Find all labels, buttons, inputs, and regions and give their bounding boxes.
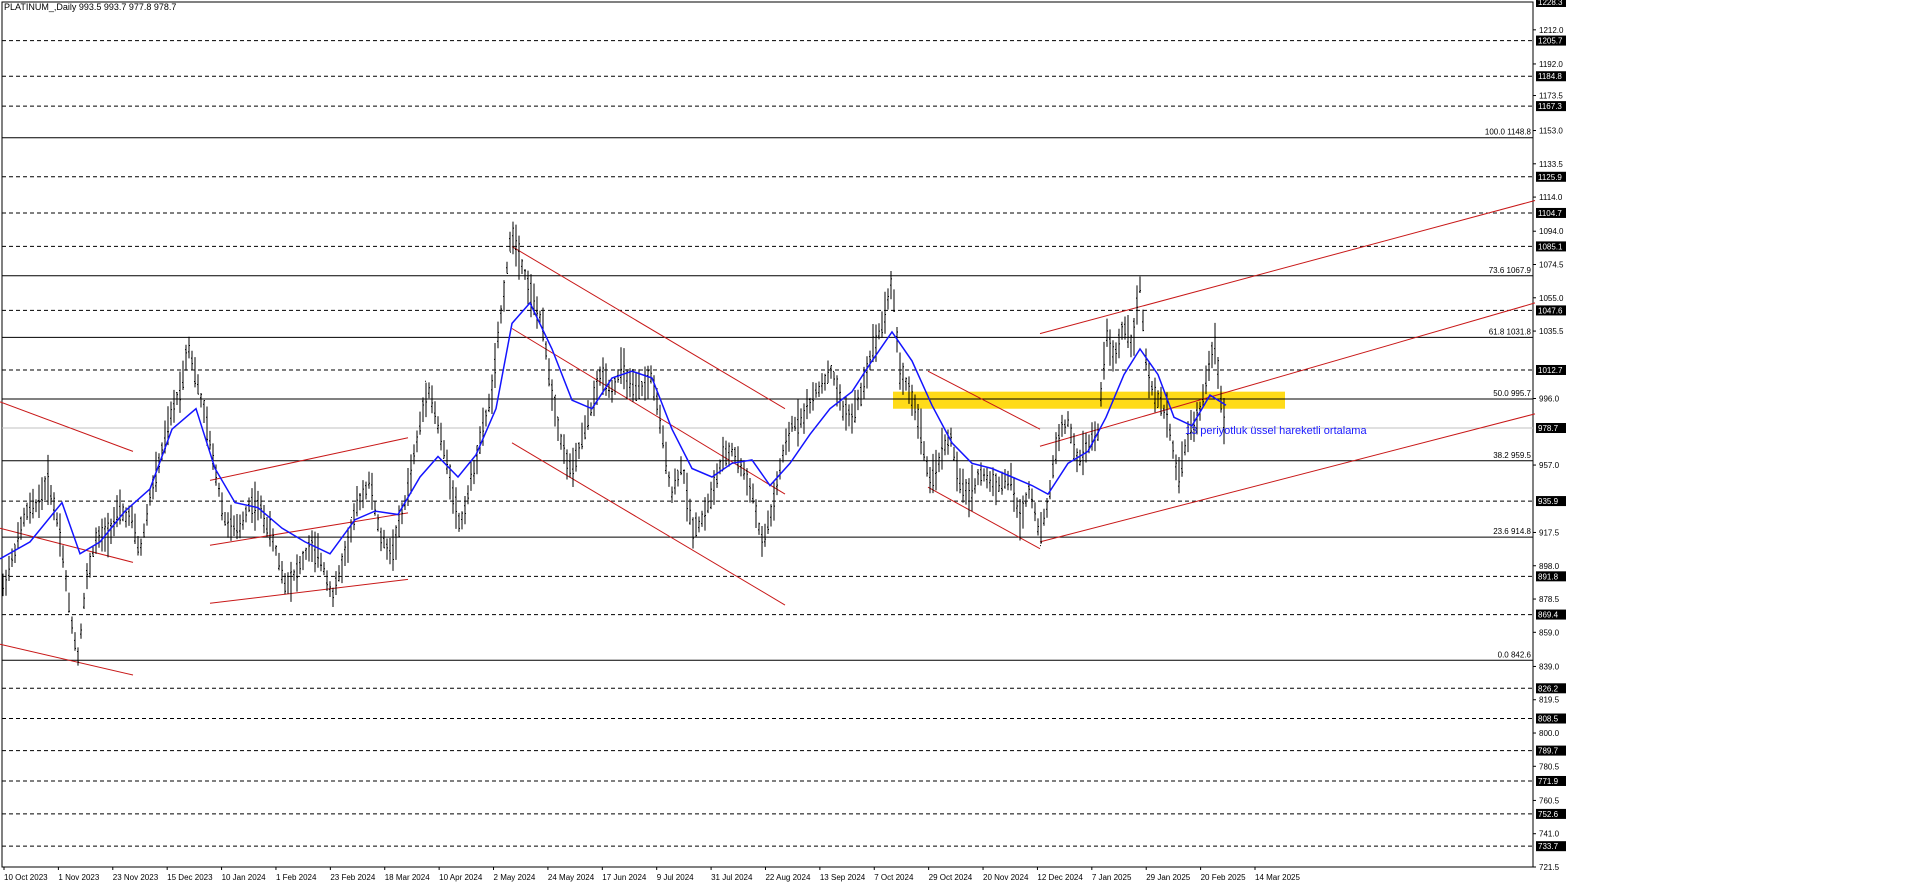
y-tick-label-1: 1192.0 (1539, 60, 1563, 69)
y-tick-label-4: 1133.5 (1539, 160, 1563, 169)
y-tick-label-13: 898.0 (1539, 562, 1560, 571)
fib-label-2: 61.8 1031.8 (1489, 327, 1532, 336)
x-tick-label-2: 23 Nov 2023 (113, 873, 159, 882)
level-box-label-17: 752.6 (1538, 810, 1559, 819)
chart-svg: 100.0 1148.8 73.6 1067.9 61.8 1031.8 50.0 9… (0, 0, 1566, 882)
level-box-label-1: 1205.7 (1538, 37, 1563, 46)
y-tick-label-9: 1035.5 (1539, 327, 1564, 336)
level-box-label-6: 1085.1 (1538, 242, 1563, 251)
y-tick-label-15: 859.0 (1539, 628, 1560, 637)
y-tick-label-7: 1074.5 (1539, 261, 1564, 270)
y-tick-label-10: 996.0 (1539, 394, 1560, 403)
y-tick-label-22: 721.5 (1539, 863, 1560, 872)
x-tick-label-13: 31 Jul 2024 (711, 873, 753, 882)
x-tick-label-6: 23 Feb 2024 (330, 873, 375, 882)
x-tick-label-20: 7 Jan 2025 (1092, 873, 1132, 882)
trendline-1 (0, 527, 134, 563)
x-tick-label-8: 10 Apr 2024 (439, 873, 483, 882)
x-tick-label-9: 2 May 2024 (494, 873, 536, 882)
y-tick-label-17: 819.5 (1539, 696, 1560, 705)
y-tick-label-19: 780.5 (1539, 762, 1560, 771)
y-tick-label-12: 917.5 (1539, 528, 1560, 537)
level-box-label-18: 733.7 (1538, 842, 1559, 851)
y-tick-label-2: 1173.5 (1539, 92, 1563, 101)
fib-label-4: 38.2 959.5 (1493, 451, 1531, 460)
level-box-label-11: 891.8 (1538, 572, 1559, 581)
x-tick-label-11: 17 Jun 2024 (602, 873, 647, 882)
level-box-label-14: 808.5 (1538, 715, 1559, 724)
x-tick-label-15: 13 Sep 2024 (820, 873, 866, 882)
y-tick-label-0: 1212.0 (1539, 26, 1564, 35)
x-tick-label-18: 20 Nov 2024 (983, 873, 1029, 882)
x-tick-label-3: 15 Dec 2023 (167, 873, 213, 882)
chart-title: PLATINUM_,Daily 993.5 993.7 977.8 978.7 (4, 2, 177, 12)
x-tick-label-1: 1 Nov 2023 (58, 873, 99, 882)
y-tick-label-21: 741.0 (1539, 830, 1560, 839)
x-tick-label-5: 1 Feb 2024 (276, 873, 317, 882)
level-box-label-8: 1012.7 (1538, 366, 1563, 375)
fib-label-6: 0.0 842.6 (1498, 650, 1532, 659)
y-tick-label-6: 1094.0 (1539, 227, 1564, 236)
x-tick-label-16: 7 Oct 2024 (874, 873, 914, 882)
x-tick-label-7: 18 Mar 2024 (385, 873, 430, 882)
x-tick-label-12: 9 Jul 2024 (657, 873, 694, 882)
level-box-label-0: 1228.3 (1538, 0, 1563, 7)
level-box-label-15: 789.7 (1538, 747, 1559, 756)
y-tick-label-18: 800.0 (1539, 729, 1560, 738)
ema-line (0, 301, 1227, 560)
x-tick-label-10: 24 May 2024 (548, 873, 595, 882)
level-box-label-3: 1167.3 (1538, 102, 1562, 111)
x-tick-label-19: 12 Dec 2024 (1037, 873, 1083, 882)
level-box-label-9: 978.7 (1538, 424, 1559, 433)
x-tick-label-23: 14 Mar 2025 (1255, 873, 1300, 882)
resistance-zone (893, 391, 1285, 409)
fib-label-3: 50.0 995.7 (1493, 389, 1531, 398)
fib-label-1: 73.6 1067.9 (1489, 266, 1532, 275)
chart-root: PLATINUM_,Daily 993.5 993.7 977.8 978.7 … (0, 0, 1916, 888)
y-tick-label-11: 957.0 (1539, 461, 1560, 470)
x-tick-label-0: 10 Oct 2023 (4, 873, 48, 882)
x-tick-label-21: 29 Jan 2025 (1146, 873, 1191, 882)
level-box-label-16: 771.9 (1538, 777, 1559, 786)
y-tick-label-14: 878.5 (1539, 595, 1560, 604)
y-tick-label-20: 760.5 (1539, 796, 1560, 805)
level-box-label-5: 1104.7 (1538, 209, 1562, 218)
y-tick-label-16: 839.0 (1539, 662, 1560, 671)
trendline-0 (0, 401, 134, 452)
level-box-label-13: 826.2 (1538, 684, 1559, 693)
fib-label-0: 100.0 1148.8 (1485, 128, 1532, 137)
level-box-label-7: 1047.6 (1538, 306, 1563, 315)
x-tick-label-17: 29 Oct 2024 (929, 873, 973, 882)
fib-label-5: 23.6 914.8 (1493, 527, 1531, 536)
x-tick-label-14: 22 Aug 2024 (765, 873, 810, 882)
y-tick-label-8: 1055.0 (1539, 294, 1564, 303)
trendline-3 (209, 437, 409, 481)
ema-annotation: 13 periyotluk üssel hareketli ortalama (1185, 425, 1367, 437)
level-box-label-10: 935.9 (1538, 497, 1559, 506)
level-box-label-12: 869.4 (1538, 611, 1559, 620)
x-tick-label-22: 20 Feb 2025 (1201, 873, 1246, 882)
trendline-5 (209, 578, 409, 604)
y-tick-label-5: 1114.0 (1539, 193, 1563, 202)
level-box-label-2: 1184.8 (1538, 72, 1562, 81)
trendline-11 (1039, 200, 1536, 335)
y-tick-label-3: 1153.0 (1539, 127, 1563, 136)
level-box-label-4: 1125.9 (1538, 173, 1562, 182)
x-tick-label-4: 10 Jan 2024 (222, 873, 267, 882)
trendline-2 (0, 643, 134, 676)
